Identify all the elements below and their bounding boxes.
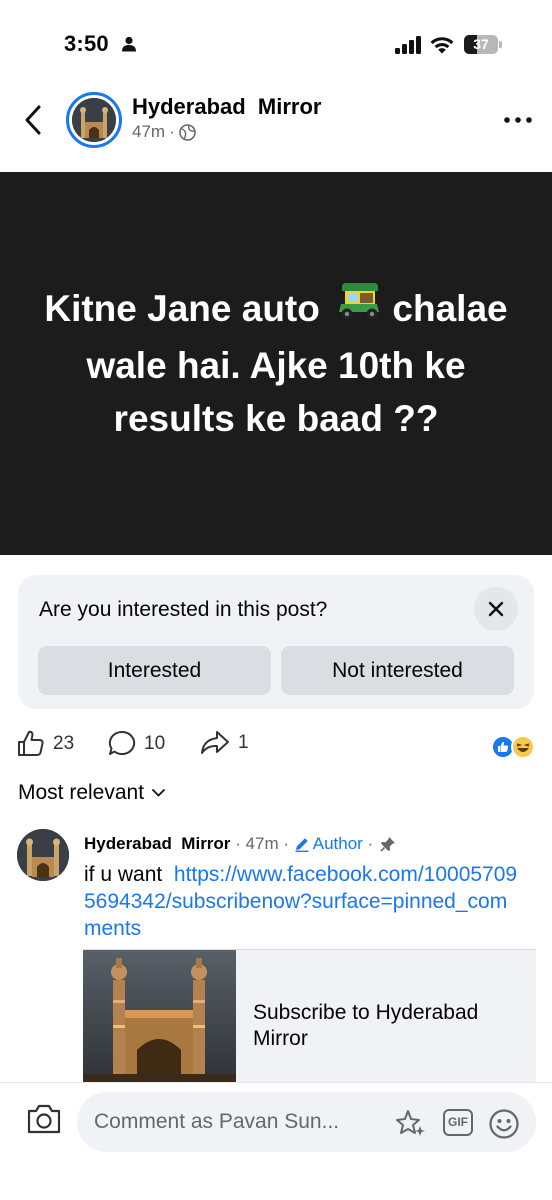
comment-author-avatar[interactable] [17,829,69,881]
auto-rickshaw-icon [336,281,382,335]
link-preview-card[interactable]: Subscribe to Hyderabad Mirror [83,949,536,1083]
globe-icon [178,123,196,141]
comment-button[interactable]: 10 [108,730,165,757]
dismiss-interest-button[interactable] [474,587,518,631]
comment-separator: · [278,834,294,853]
post-text-line-1: Kitne Jane auto [44,288,320,330]
post-meta: 47m · [132,122,196,142]
comment-author-name[interactable]: Hyderabad Mirror [84,834,230,854]
thumbs-up-icon [18,730,44,756]
comment-time[interactable]: 47m [246,834,279,854]
status-bar: 3:50 37 [0,0,552,90]
chevron-down-icon [152,789,165,797]
meta-separator: · [169,122,175,141]
battery-level: 37 [473,36,489,52]
author-badge: Author [294,834,363,854]
pin-icon [380,837,395,852]
share-button[interactable]: 1 [200,730,249,756]
cellular-signal-icon [395,36,422,59]
interest-prompt-card: Are you interested in this post? Interes… [18,575,534,709]
post-header: Hyderabad Mirror 47m · [0,88,552,152]
sticker-sparkle-icon [396,1110,425,1136]
comment-text: if u want [84,863,163,886]
interest-question: Are you interested in this post? [39,598,328,621]
interested-button[interactable]: Interested [38,646,271,695]
avatar-sticker-button[interactable] [395,1108,425,1138]
link-preview-image [83,950,236,1083]
comment-separator: · [362,834,378,853]
comment-input-container: GIF [77,1092,536,1152]
more-options-button[interactable] [500,104,536,136]
post-text: Kitne Jane auto chalae wale hai. Ajke 10… [41,282,511,444]
sort-label: Most relevant [18,781,145,804]
page-avatar[interactable] [66,92,122,148]
smiley-icon [489,1109,519,1139]
like-count: 23 [53,732,75,754]
comment-header: Hyderabad Mirror · 47m · Author · [84,834,396,854]
not-interested-button[interactable]: Not interested [281,646,514,695]
more-dots-icon [504,117,532,123]
emoji-button[interactable] [488,1108,519,1139]
battery-icon: 37 [464,35,502,54]
comment-composer: GIF [0,1082,552,1200]
comment-count: 10 [144,732,166,754]
wifi-icon [429,35,455,59]
comment-input[interactable] [94,1092,384,1152]
comment-bubble-icon [108,730,136,755]
pencil-icon [295,838,309,852]
share-arrow-icon [201,731,229,754]
camera-icon [27,1104,61,1134]
comment-body: if u want https://www.facebook.com/10005… [84,861,524,942]
like-button[interactable]: 23 [17,730,74,757]
close-icon [488,601,504,617]
link-preview-title: Subscribe to Hyderabad Mirror [253,1001,479,1050]
status-time: 3:50 [64,31,109,56]
post-time[interactable]: 47m [132,122,165,142]
comment-separator: · [230,834,246,853]
gif-button[interactable]: GIF [443,1109,473,1136]
camera-button[interactable] [26,1103,62,1139]
person-icon [121,36,137,57]
comment-sort-dropdown[interactable]: Most relevant [18,781,165,805]
share-count: 1 [238,732,249,753]
chevron-left-icon [25,105,41,135]
author-role-label: Author [312,834,363,853]
post-text-banner[interactable]: Kitne Jane auto chalae wale hai. Ajke 10… [0,172,552,555]
reactions-summary[interactable] [491,734,537,760]
back-button[interactable] [16,100,50,140]
post-action-bar: 23 10 1 [0,724,552,768]
page-name[interactable]: Hyderabad Mirror [132,94,322,120]
haha-reaction-icon [511,735,535,759]
